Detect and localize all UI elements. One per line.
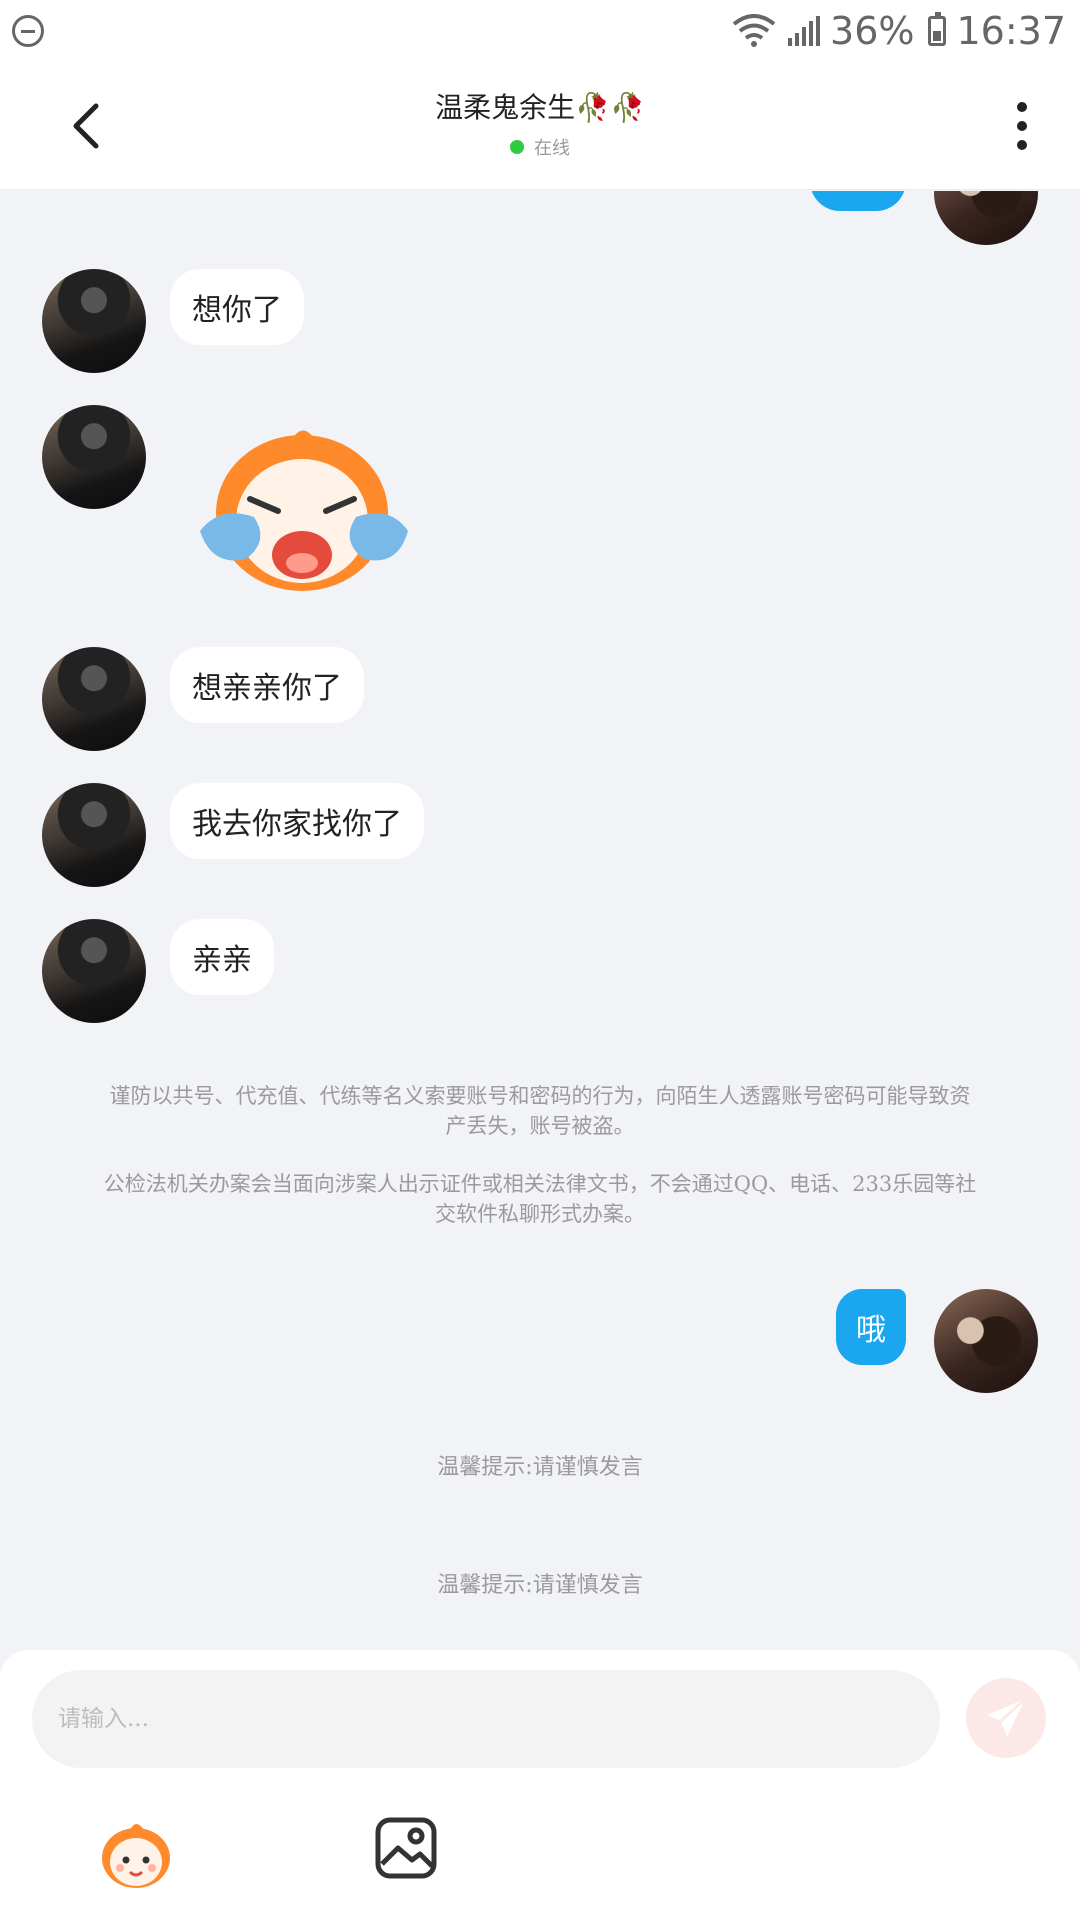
input-panel (0, 1650, 1080, 1920)
partial-outgoing-bubble[interactable] (810, 191, 906, 211)
message-input[interactable] (32, 1670, 940, 1768)
contact-avatar[interactable] (42, 647, 146, 751)
wifi-icon (732, 14, 776, 47)
battery-icon (928, 12, 947, 46)
chat-header: 温柔鬼余生🥀🥀 在线 (0, 62, 1080, 190)
self-avatar[interactable] (934, 191, 1038, 245)
warm-tip: 温馨提示:请谨慎发言 (437, 1455, 643, 1480)
chat-area[interactable]: 想你了 想亲亲你了 我去你家找你了 亲亲 谨防以共号、代充值、代练等名义索要账号… (0, 191, 1080, 1651)
clock: 16:37 (956, 9, 1066, 53)
legal-notice: 公检法机关办案会当面向涉案人出示证件或相关法律文书，不会通过QQ、电话、233乐… (103, 1172, 977, 1226)
online-dot-icon (510, 140, 524, 154)
more-dot-icon (1017, 121, 1027, 131)
status-bar: 36% 16:37 (0, 0, 1080, 62)
warm-tip: 温馨提示:请谨慎发言 (437, 1573, 643, 1598)
online-status: 在线 (0, 134, 1080, 160)
security-notice: 谨防以共号、代充值、代练等名义索要账号和密码的行为，向陌生人透露账号密码可能导致… (109, 1084, 971, 1138)
contact-avatar[interactable] (42, 919, 146, 1023)
paper-plane-icon (987, 1697, 1027, 1737)
do-not-disturb-icon (12, 15, 44, 47)
contact-avatar[interactable] (42, 405, 146, 509)
cell-signal-icon (788, 16, 821, 46)
send-button[interactable] (966, 1678, 1046, 1758)
status-right: 36% 16:37 (732, 9, 1066, 53)
incoming-message-bubble[interactable]: 想你了 (170, 269, 304, 345)
chat-title: 温柔鬼余生🥀🥀 (435, 91, 645, 124)
more-options-button[interactable] (1002, 98, 1042, 154)
online-status-label: 在线 (534, 138, 570, 159)
more-dot-icon (1017, 140, 1027, 150)
battery-percent: 36% (830, 9, 915, 53)
crying-sticker-icon[interactable] (190, 421, 420, 611)
incoming-message-bubble[interactable]: 亲亲 (170, 919, 274, 995)
more-dot-icon (1017, 102, 1027, 112)
incoming-message-bubble[interactable]: 想亲亲你了 (170, 647, 364, 723)
outgoing-message-bubble[interactable]: 哦 (836, 1289, 906, 1365)
self-avatar[interactable] (934, 1289, 1038, 1393)
emoji-button[interactable] (96, 1820, 176, 1890)
image-button[interactable] (374, 1816, 438, 1880)
contact-avatar[interactable] (42, 783, 146, 887)
incoming-message-bubble[interactable]: 我去你家找你了 (170, 783, 424, 859)
contact-avatar[interactable] (42, 269, 146, 373)
